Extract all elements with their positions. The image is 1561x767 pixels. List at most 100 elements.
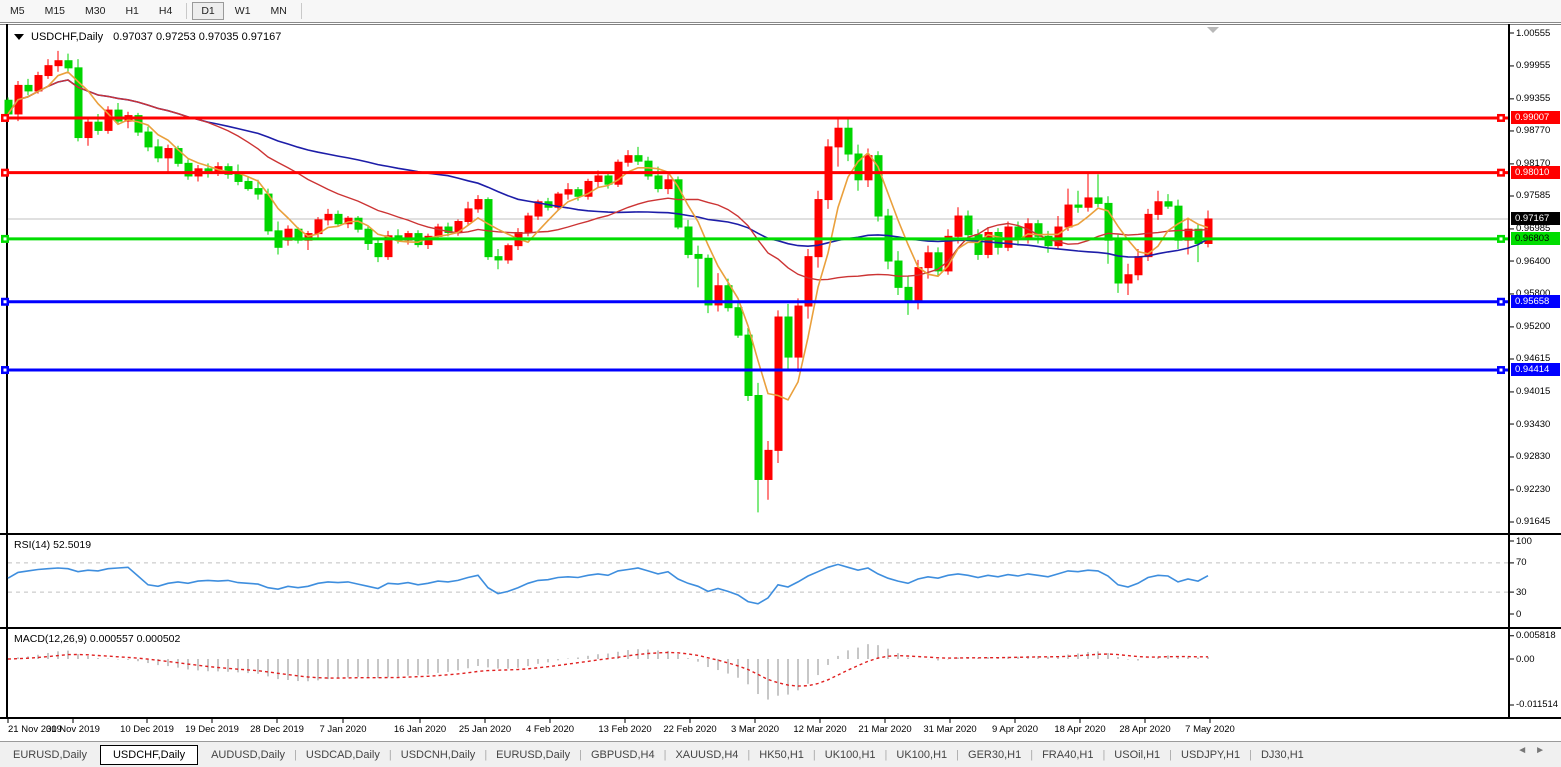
timeframe-button-w1[interactable]: W1 (226, 2, 260, 20)
bull-candle (955, 216, 962, 236)
chart-shift-marker-icon[interactable] (1207, 27, 1219, 33)
chart-canvas[interactable] (0, 0, 1561, 766)
toolbar-separator (186, 3, 187, 19)
bear-candle (65, 61, 72, 68)
chart-tab-dj30-h1[interactable]: DJ30,H1 (1248, 746, 1317, 764)
horizontal-level-lines[interactable] (1, 114, 1508, 374)
timeframe-button-m30[interactable]: M30 (76, 2, 114, 20)
timeframe-button-m15[interactable]: M15 (36, 2, 74, 20)
tab-scroll-right-icon[interactable]: ► (1535, 745, 1553, 756)
tab-scroll-left-icon[interactable]: ◄ (1517, 745, 1535, 756)
date-axis-label: 13 Feb 2020 (591, 724, 659, 735)
bull-candle (1085, 198, 1092, 207)
bear-candle (95, 122, 102, 130)
bear-candle (25, 85, 32, 90)
bull-candle (45, 66, 52, 76)
chart-tab-xauusd-h4[interactable]: XAUUSD,H4 (662, 746, 751, 764)
chart-tab-gbpusd-h4[interactable]: GBPUSD,H4 (578, 746, 668, 764)
bull-candle (565, 190, 572, 194)
chart-tab-fra40-h1[interactable]: FRA40,H1 (1029, 746, 1106, 764)
bear-candle (145, 132, 152, 147)
date-axis-label: 30 Nov 2019 (39, 724, 107, 735)
bull-candle (1155, 202, 1162, 215)
price-axis-label: 0.99955 (1516, 60, 1550, 71)
bull-candle (595, 176, 602, 181)
tab-scroll-arrows[interactable]: ◄► (1517, 745, 1553, 756)
chart-tab-usdcad-daily[interactable]: USDCAD,Daily (293, 746, 393, 764)
bull-candle (805, 257, 812, 306)
rsi-pane[interactable] (8, 563, 1508, 592)
bear-candle (255, 189, 262, 194)
chart-title: USDCHF,Daily0.97037 0.97253 0.97035 0.97… (14, 31, 281, 43)
bear-candle (485, 200, 492, 257)
bear-candle (755, 395, 762, 479)
timeframe-button-m5[interactable]: M5 (1, 2, 34, 20)
chart-tabs-bar: EURUSD,DailyUSDCHF,DailyAUDUSD,Daily|USD… (0, 741, 1561, 767)
macd-axis-label: -0.011514 (1516, 699, 1558, 710)
date-axis-label: 7 Jan 2020 (309, 724, 377, 735)
bear-candle (965, 216, 972, 235)
chart-tab-eurusd-daily[interactable]: EURUSD,Daily (0, 746, 100, 764)
axis-ticks (8, 33, 1514, 723)
bear-candle (375, 243, 382, 256)
macd-label: MACD(12,26,9) 0.000557 0.000502 (14, 633, 180, 645)
bull-candle (1145, 214, 1152, 256)
toolbar-separator (301, 3, 302, 19)
candlestick-series (5, 51, 1212, 513)
timeframe-button-mn[interactable]: MN (262, 2, 296, 20)
price-level-badge: 0.97167 (1511, 212, 1560, 225)
chart-tab-ger30-h1[interactable]: GER30,H1 (955, 746, 1034, 764)
chart-tab-usdjpy-h1[interactable]: USDJPY,H1 (1168, 746, 1253, 764)
bull-candle (665, 180, 672, 189)
bear-candle (695, 254, 702, 258)
chart-tab-uk100-h1[interactable]: UK100,H1 (883, 746, 960, 764)
bear-candle (495, 257, 502, 260)
bear-candle (245, 181, 252, 188)
bear-candle (785, 317, 792, 357)
price-axis-label: 0.98770 (1516, 125, 1550, 136)
rsi-label: RSI(14) 52.5019 (14, 539, 91, 551)
rsi-axis-label: 0 (1516, 609, 1521, 620)
mt4-window: M5M15M30H1H4 D1W1MN USDCHF,Daily0.97037 0… (0, 0, 1561, 766)
bear-candle (895, 261, 902, 287)
bear-candle (845, 128, 852, 154)
date-axis-label: 16 Jan 2020 (386, 724, 454, 735)
price-axis-label: 0.92230 (1516, 484, 1550, 495)
timeframe-button-h1[interactable]: H1 (116, 2, 147, 20)
chart-tab-uk100-h1[interactable]: UK100,H1 (812, 746, 889, 764)
bear-candle (905, 287, 912, 302)
date-axis-label: 25 Jan 2020 (451, 724, 519, 735)
macd-pane[interactable] (8, 644, 1208, 699)
bull-candle (35, 76, 42, 91)
chart-tab-usoil-h1[interactable]: USOil,H1 (1101, 746, 1173, 764)
timeframe-button-d1[interactable]: D1 (192, 2, 223, 20)
bull-candle (925, 253, 932, 268)
price-level-badge: 0.96803 (1511, 232, 1560, 245)
bear-candle (1105, 203, 1112, 240)
chart-tab-usdchf-daily[interactable]: USDCHF,Daily (100, 745, 198, 765)
rsi-axis-label: 100 (1516, 536, 1532, 547)
bear-candle (725, 286, 732, 308)
date-axis-label: 18 Apr 2020 (1046, 724, 1114, 735)
date-axis-label: 12 Mar 2020 (786, 724, 854, 735)
price-axis-label: 0.95200 (1516, 321, 1550, 332)
macd-axis-label: 0.005818 (1516, 630, 1556, 641)
date-axis-label: 3 Mar 2020 (721, 724, 789, 735)
timeframe-button-h4[interactable]: H4 (150, 2, 181, 20)
bear-candle (155, 147, 162, 158)
symbol-dropdown-icon[interactable] (14, 34, 24, 40)
chart-symbol-label: USDCHF,Daily (31, 31, 103, 43)
price-level-badge: 0.99007 (1511, 111, 1560, 124)
bear-candle (855, 154, 862, 180)
chart-tab-usdcnh-daily[interactable]: USDCNH,Daily (388, 746, 489, 764)
date-axis-label: 21 Mar 2020 (851, 724, 919, 735)
chart-tab-eurusd-daily[interactable]: EURUSD,Daily (483, 746, 583, 764)
bull-candle (1065, 205, 1072, 227)
date-axis-label: 19 Dec 2019 (178, 724, 246, 735)
price-level-badge: 0.98010 (1511, 166, 1560, 179)
rsi-line (8, 564, 1208, 603)
bear-candle (655, 176, 662, 189)
bear-candle (575, 190, 582, 197)
chart-tab-hk50-h1[interactable]: HK50,H1 (746, 746, 817, 764)
chart-tab-audusd-daily[interactable]: AUDUSD,Daily (198, 746, 298, 764)
